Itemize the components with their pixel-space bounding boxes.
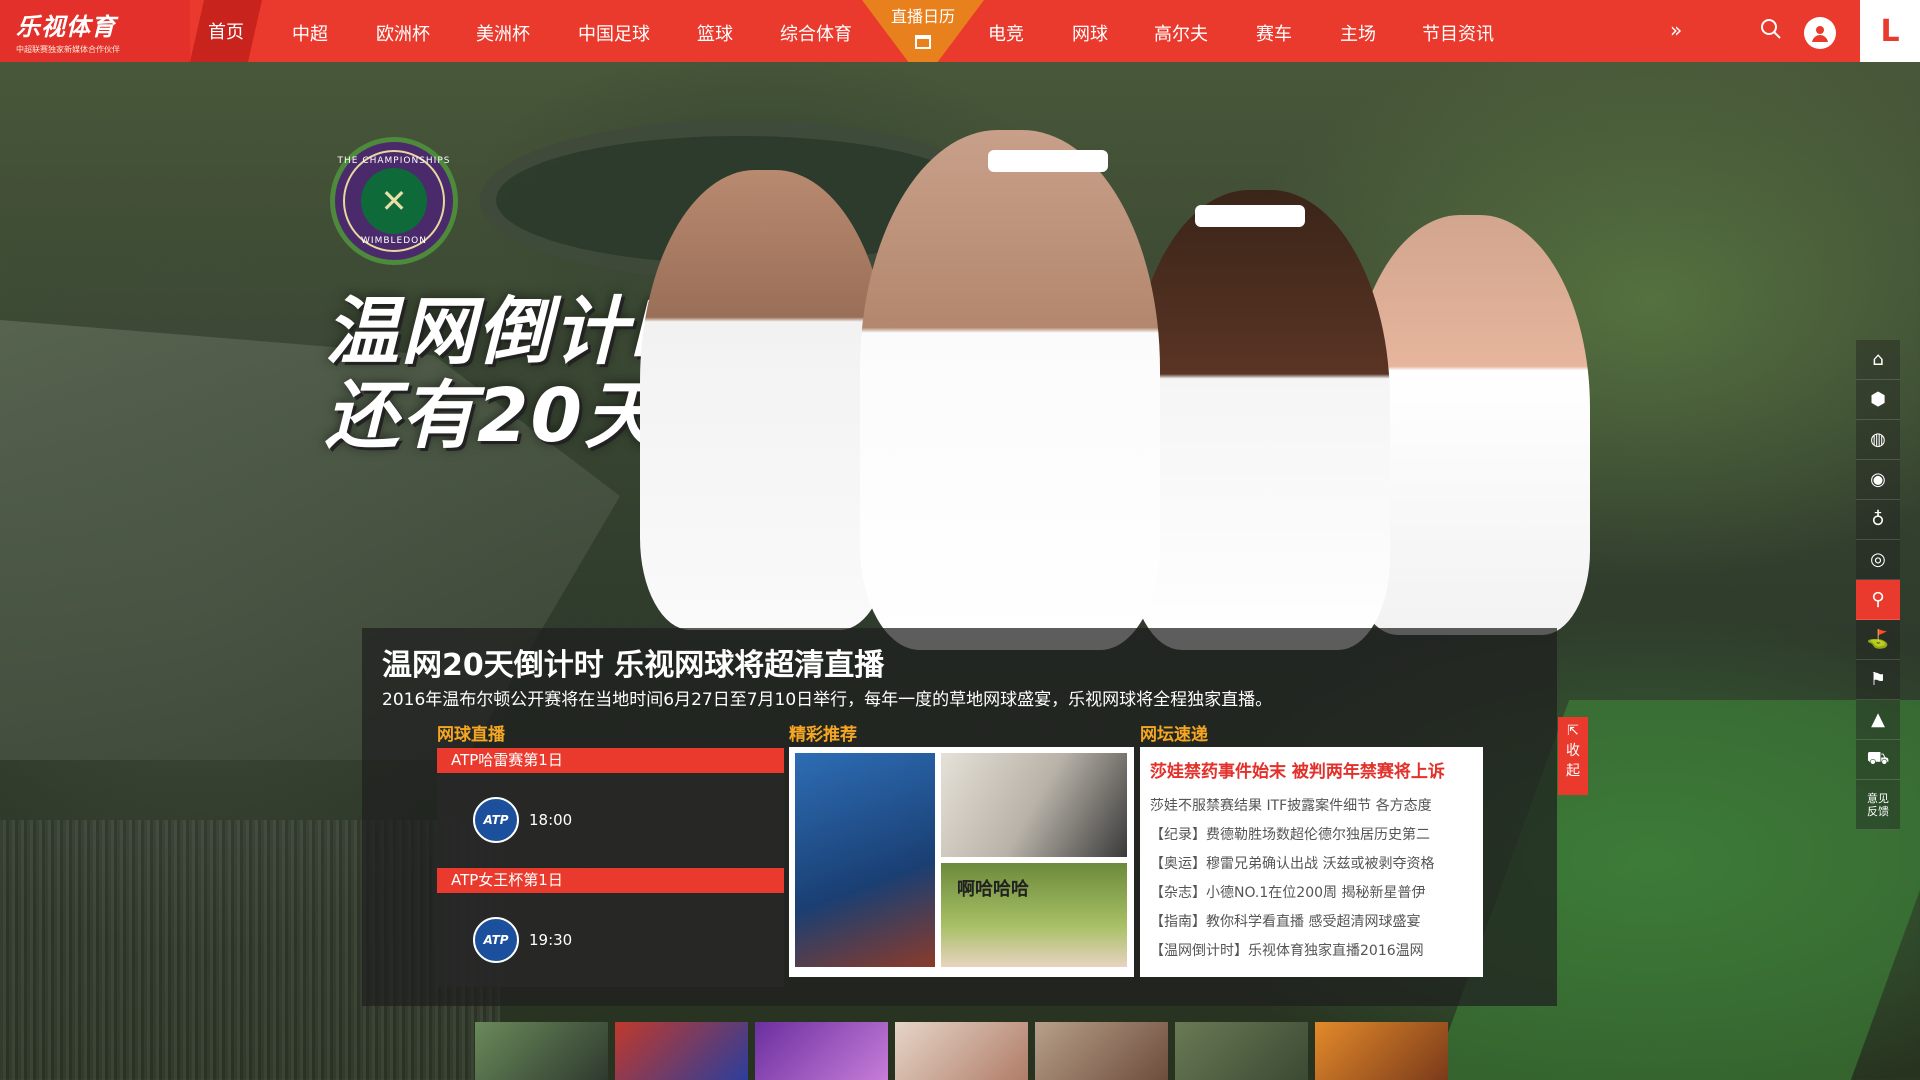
nav-item-csl[interactable]: 中超 bbox=[292, 20, 328, 46]
live-event-row: ATP 19:30 bbox=[437, 893, 784, 987]
player-photo-2 bbox=[860, 130, 1160, 650]
live-event-name: ATP女王杯第1日 bbox=[437, 868, 784, 893]
live-card[interactable]: ATP女王杯第1日 ATP 19:30 bbox=[437, 868, 784, 987]
nav-item-copa[interactable]: 美洲杯 bbox=[476, 20, 530, 46]
news-item[interactable]: 莎娃不服禁赛结果 ITF披露案件细节 各方态度 bbox=[1150, 792, 1473, 821]
right-sidebar: ⌂ ⬢ ◍ ◉ ♁ ◎ ⚲ ⛳ ⚑ ▲ ⛟ 意见反馈 bbox=[1856, 340, 1900, 830]
thumbnail[interactable] bbox=[895, 1022, 1028, 1080]
wimbledon-logo-top-text: THE CHAMPIONSHIPS bbox=[337, 156, 451, 166]
news-panel: 莎娃禁药事件始末 被判两年禁赛将上诉 莎娃不服禁赛结果 ITF披露案件细节 各方… bbox=[1140, 747, 1483, 977]
hero-title[interactable]: 温网20天倒计时 乐视网球将超清直播 bbox=[382, 640, 884, 684]
racing-flag-icon[interactable]: ⚑ bbox=[1856, 660, 1900, 700]
headband-decoration bbox=[988, 150, 1108, 172]
whistle-icon[interactable]: ◍ bbox=[1856, 420, 1900, 460]
section-title-recommend: 精彩推荐 bbox=[789, 725, 857, 745]
news-item[interactable]: 【奥运】穆雷兄弟确认出战 沃兹或被剥夺资格 bbox=[1150, 850, 1473, 879]
atp-logo-icon: ATP bbox=[473, 917, 519, 963]
feedback-button[interactable]: 意见反馈 bbox=[1856, 780, 1900, 830]
nav-item-golf[interactable]: 高尔夫 bbox=[1154, 20, 1208, 46]
news-item[interactable]: 【杂志】小德NO.1在位200周 揭秘新星普伊 bbox=[1150, 879, 1473, 908]
news-item[interactable]: 【温网倒计时】乐视体育独家直播2016温网 bbox=[1150, 937, 1473, 966]
recommend-image-wedding[interactable] bbox=[941, 753, 1127, 857]
nav-item-esports[interactable]: 电竞 bbox=[988, 20, 1024, 46]
thumbnail[interactable] bbox=[1315, 1022, 1448, 1080]
stadium-icon[interactable]: ▲ bbox=[1856, 700, 1900, 740]
golf-icon[interactable]: ⛳ bbox=[1856, 620, 1900, 660]
live-card[interactable]: ATP哈雷赛第1日 ATP 18:00 bbox=[437, 748, 784, 867]
search-icon[interactable] bbox=[1760, 18, 1782, 45]
player-photo-3 bbox=[1130, 190, 1390, 650]
atp-logo-icon: ATP bbox=[473, 797, 519, 843]
cart-icon[interactable]: ⛟ bbox=[1856, 740, 1900, 780]
wimbledon-logo-bottom-text: WIMBLEDON bbox=[361, 236, 427, 246]
nav-item-racing[interactable]: 赛车 bbox=[1256, 20, 1292, 46]
nav-item-tennis[interactable]: 网球 bbox=[1072, 20, 1108, 46]
thumbnail[interactable] bbox=[1035, 1022, 1168, 1080]
thumbnail[interactable] bbox=[755, 1022, 888, 1080]
share-icon: ⇱ bbox=[1567, 723, 1579, 739]
tennis-icon[interactable]: ⚲ bbox=[1856, 580, 1900, 620]
live-event-row: ATP 18:00 bbox=[437, 773, 784, 867]
recommend-panel: 啊哈哈哈 bbox=[789, 747, 1134, 977]
football-icon[interactable]: ⬢ bbox=[1856, 380, 1900, 420]
app-logo-icon[interactable]: L bbox=[1860, 0, 1920, 62]
nav-item-home-court[interactable]: 主场 bbox=[1340, 20, 1376, 46]
collapse-button[interactable]: ⇱ 收起 bbox=[1558, 717, 1588, 795]
helmet-icon[interactable]: ◎ bbox=[1856, 540, 1900, 580]
thumbnail[interactable] bbox=[615, 1022, 748, 1080]
live-event-name: ATP哈雷赛第1日 bbox=[437, 748, 784, 773]
nav-item-sports[interactable]: 综合体育 bbox=[780, 20, 852, 46]
collapse-label: 收起 bbox=[1566, 743, 1580, 779]
calendar-icon bbox=[915, 35, 931, 49]
user-avatar-icon[interactable] bbox=[1804, 17, 1836, 49]
recommend-image-player[interactable] bbox=[795, 753, 935, 967]
live-event-time: 18:00 bbox=[529, 811, 573, 829]
wimbledon-logo: THE CHAMPIONSHIPS ✕ WIMBLEDON bbox=[330, 137, 458, 265]
section-title-live: 网球直播 bbox=[437, 725, 505, 745]
nav-item-euro[interactable]: 欧洲杯 bbox=[376, 20, 430, 46]
news-item[interactable]: 【纪录】费德勒胜场数超伦德尔独居历史第二 bbox=[1150, 821, 1473, 850]
player-photo-1 bbox=[640, 170, 890, 630]
feedback-label: 意见反馈 bbox=[1867, 791, 1889, 818]
nav-item-basketball[interactable]: 篮球 bbox=[697, 20, 733, 46]
home-icon[interactable]: ⌂ bbox=[1856, 340, 1900, 380]
thumbnail-strip bbox=[475, 1022, 1448, 1080]
hero-description: 2016年温布尔顿公开赛将在当地时间6月27日至7月10日举行，每年一度的草地网… bbox=[382, 690, 1273, 710]
live-event-time: 19:30 bbox=[529, 931, 573, 949]
medal-icon[interactable]: ♁ bbox=[1856, 500, 1900, 540]
thumbnail[interactable] bbox=[1175, 1022, 1308, 1080]
recommend-image-laugh[interactable]: 啊哈哈哈 bbox=[941, 863, 1127, 967]
nav-item-china-football[interactable]: 中国足球 bbox=[578, 20, 650, 46]
basketball-icon[interactable]: ◉ bbox=[1856, 460, 1900, 500]
nav-item-programs[interactable]: 节目资讯 bbox=[1422, 20, 1494, 46]
news-item[interactable]: 【指南】教你科学看直播 感受超清网球盛宴 bbox=[1150, 908, 1473, 937]
news-headline[interactable]: 莎娃禁药事件始末 被判两年禁赛将上诉 bbox=[1150, 757, 1473, 782]
thumbnail[interactable] bbox=[475, 1022, 608, 1080]
section-title-news: 网坛速递 bbox=[1140, 725, 1208, 745]
live-calendar-label: 直播日历 bbox=[890, 7, 955, 26]
more-nav-icon[interactable]: » bbox=[1670, 18, 1682, 42]
recommend-caption: 啊哈哈哈 bbox=[957, 879, 1029, 900]
headband-decoration bbox=[1195, 205, 1305, 227]
